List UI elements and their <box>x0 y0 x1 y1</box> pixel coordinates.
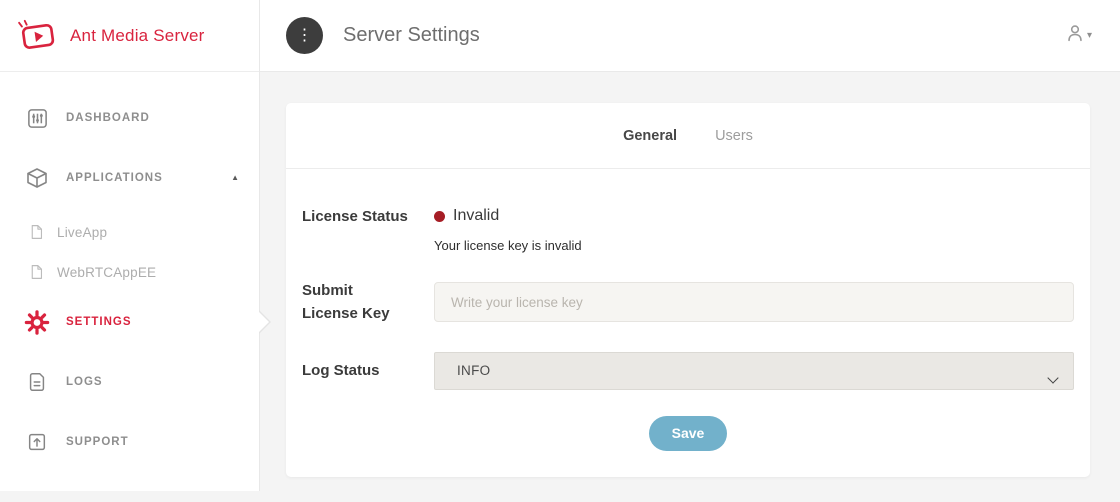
support-icon <box>24 431 50 453</box>
license-key-row: Submit License Key <box>302 279 1074 326</box>
kebab-menu-icon: ⋮ <box>297 28 313 44</box>
log-status-row: Log Status INFO <box>302 352 1074 390</box>
sidebar-item-dashboard[interactable]: DASHBOARD <box>0 88 259 148</box>
settings-form: License Status Invalid Your license key … <box>286 169 1090 477</box>
app-window: Ant Media Server DASHBOARD <box>0 0 1120 491</box>
log-status-label: Log Status <box>302 359 434 382</box>
sidebar-item-label: SUPPORT <box>66 436 129 448</box>
main-area: ⋮ Server Settings ▾ General Users <box>260 0 1120 491</box>
status-dot-invalid <box>434 211 445 222</box>
license-status-description: Your license key is invalid <box>434 238 1074 253</box>
sidebar-item-applications[interactable]: APPLICATIONS ▲ <box>0 148 259 208</box>
license-status-value: Invalid <box>453 207 499 225</box>
active-item-pointer <box>259 310 271 334</box>
menu-toggle-button[interactable]: ⋮ <box>286 17 323 54</box>
brand-logo[interactable]: Ant Media Server <box>0 0 259 72</box>
sidebar-item-label: SETTINGS <box>66 316 132 328</box>
sidebar-item-logs[interactable]: LOGS <box>0 352 259 412</box>
sidebar-item-webrtcappee[interactable]: WebRTCAppEE <box>0 252 259 292</box>
license-key-label: Submit License Key <box>302 279 434 326</box>
ant-media-logo-icon <box>16 19 60 53</box>
gear-icon <box>24 309 50 336</box>
user-menu[interactable]: ▾ <box>1064 22 1092 49</box>
page-title: Server Settings <box>343 24 480 47</box>
sidebar-item-label: WebRTCAppEE <box>57 265 156 280</box>
brand-name: Ant Media Server <box>70 26 205 46</box>
sidebar-item-label: LiveApp <box>57 225 107 240</box>
sidebar-item-liveapp[interactable]: LiveApp <box>0 212 259 252</box>
sidebar-item-label: LOGS <box>66 376 103 388</box>
sidebar: Ant Media Server DASHBOARD <box>0 0 260 491</box>
chevron-down-icon: ▾ <box>1087 30 1092 41</box>
content-area: General Users License Status Invalid You… <box>260 72 1120 502</box>
tab-users[interactable]: Users <box>715 128 753 144</box>
file-icon <box>27 223 45 241</box>
applications-icon <box>24 166 50 190</box>
logs-icon <box>24 371 50 393</box>
sidebar-item-settings[interactable]: SETTINGS <box>0 292 259 352</box>
settings-card: General Users License Status Invalid You… <box>286 103 1090 477</box>
settings-tabs: General Users <box>286 103 1090 169</box>
sidebar-menu: DASHBOARD APPLICATIONS ▲ <box>0 72 259 472</box>
collapse-caret-icon[interactable]: ▲ <box>231 174 239 182</box>
tab-general[interactable]: General <box>623 128 677 144</box>
save-button[interactable]: Save <box>649 416 728 451</box>
sidebar-item-support[interactable]: SUPPORT <box>0 412 259 472</box>
sidebar-item-label: DASHBOARD <box>66 112 150 124</box>
license-key-input[interactable] <box>434 282 1074 322</box>
top-bar: ⋮ Server Settings ▾ <box>260 0 1120 72</box>
save-row: Save <box>302 416 1074 451</box>
file-icon <box>27 263 45 281</box>
user-icon <box>1064 22 1086 49</box>
log-status-select[interactable]: INFO <box>434 352 1074 390</box>
license-status-label: License Status <box>302 205 434 228</box>
sidebar-item-label: APPLICATIONS <box>66 172 163 184</box>
license-status-row: License Status Invalid Your license key … <box>302 205 1074 253</box>
dashboard-icon <box>24 107 50 130</box>
